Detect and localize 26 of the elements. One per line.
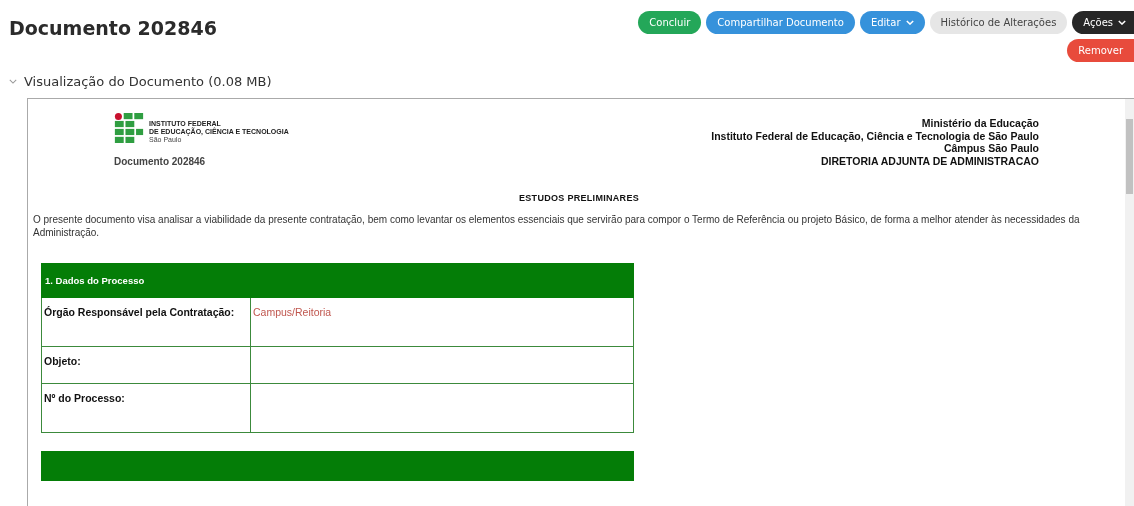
- table-cell: Objeto:: [41, 346, 251, 384]
- action-button[interactable]: Ações: [1072, 11, 1134, 34]
- action-button[interactable]: Editar: [859, 11, 925, 34]
- header-line: DIRETORIA ADJUNTA DE ADMINISTRACAO: [821, 154, 1039, 167]
- chevron-icon: [9, 79, 17, 84]
- page-title: Documento 202846: [9, 17, 217, 39]
- preview-toggle[interactable]: Visualização do Documento (0.08 MB): [9, 74, 272, 89]
- table-cell: Campus/Reitoria: [250, 297, 634, 347]
- header-line: Ministério da Educação: [921, 117, 1039, 130]
- header-line: Câmpus São Paulo: [943, 142, 1039, 155]
- header-line: Instituto Federal de Educação, Ciência e Tecnologia de São Paulo: [711, 129, 1039, 142]
- table-cell: Órgão Responsável pela Contratação:: [41, 297, 251, 347]
- action-button[interactable]: Compartilhar Documento: [706, 11, 855, 34]
- scrollbar[interactable]: [1125, 99, 1134, 506]
- action-button[interactable]: Concluir: [638, 11, 702, 34]
- logo-icon: [114, 113, 144, 143]
- document-number: Documento 202846: [114, 156, 207, 167]
- action-button[interactable]: Histórico de Alterações: [929, 11, 1068, 34]
- caret-icon: [905, 20, 914, 25]
- table-cell: Nº do Processo:: [41, 383, 251, 433]
- intro-paragraph: O presente documento visa analisar a viabilidade da presente contratação, bem como levantar os elementos essenciais que servirão para compor o Termo de Referência ou projeto Básico, de forma a melhor atender às necessidades da Administração.: [33, 213, 1081, 239]
- caret-icon: [1118, 20, 1126, 25]
- document-heading: ESTUDOS PRELIMINARES: [518, 193, 640, 203]
- scrollbar-thumb[interactable]: [1126, 119, 1133, 194]
- remove-button[interactable]: Remover: [1067, 39, 1134, 62]
- section-header: 1. Dados do Processo: [41, 263, 634, 298]
